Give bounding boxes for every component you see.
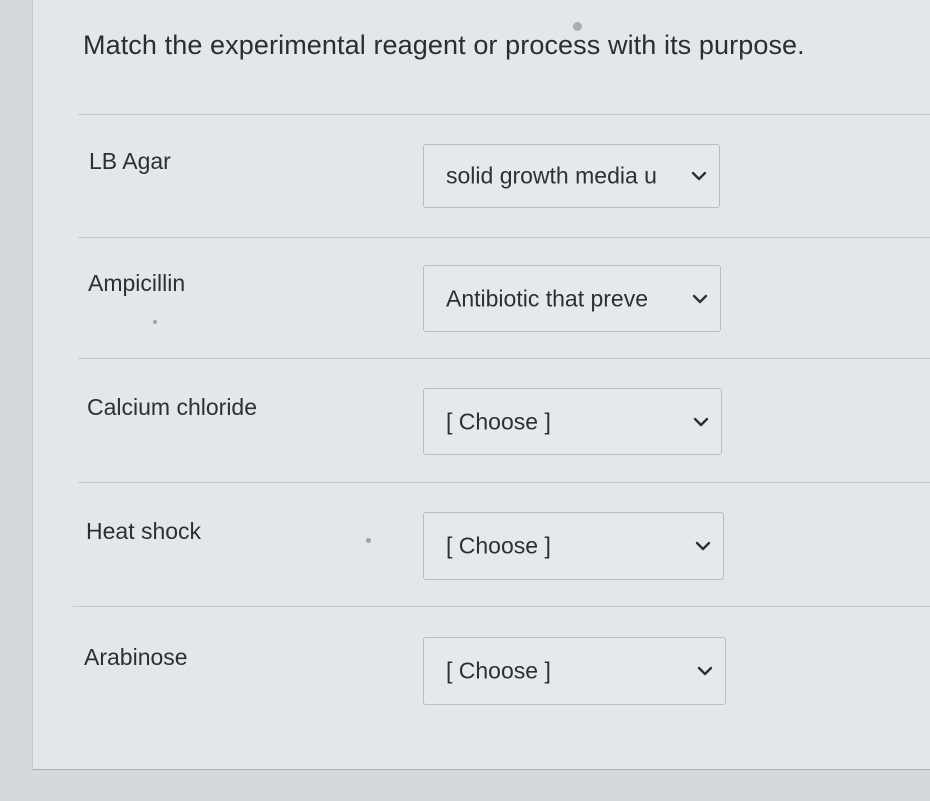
select-heat-shock[interactable]: [ Choose ]: [423, 512, 724, 580]
select-value: Antibiotic that preve: [446, 285, 649, 311]
select-lb-agar[interactable]: solid growth media u: [423, 144, 720, 208]
select-value: solid growth media u: [446, 162, 657, 189]
divider-2: [78, 358, 930, 359]
dust-speck: [153, 320, 157, 324]
chevron-down-icon: [690, 292, 710, 306]
select-value: [ Choose ]: [446, 532, 551, 559]
label-ampicillin: Ampicillin: [88, 270, 186, 296]
chevron-down-icon: [689, 169, 709, 183]
divider-3: [78, 482, 930, 483]
divider-top: [78, 114, 930, 115]
divider-4: [73, 606, 930, 607]
question-card: Match the experimental reagent or proces…: [32, 0, 930, 770]
label-arabinose: Arabinose: [84, 644, 188, 670]
select-ampicillin[interactable]: Antibiotic that preve: [423, 265, 721, 332]
dust-speck: [366, 538, 371, 543]
label-lb-agar: LB Agar: [89, 148, 171, 174]
divider-1: [78, 237, 930, 238]
dust-speck: [573, 22, 582, 31]
chevron-down-icon: [691, 415, 711, 429]
chevron-down-icon: [695, 664, 715, 678]
question-text: Match the experimental reagent or proces…: [83, 30, 805, 60]
label-heat-shock: Heat shock: [86, 518, 202, 544]
select-arabinose[interactable]: [ Choose ]: [423, 637, 726, 705]
select-calcium-chloride[interactable]: [ Choose ]: [423, 388, 722, 455]
label-calcium-chloride: Calcium chloride: [87, 394, 258, 420]
chevron-down-icon: [693, 539, 713, 553]
select-value: [ Choose ]: [446, 408, 551, 434]
select-value: [ Choose ]: [446, 657, 551, 684]
